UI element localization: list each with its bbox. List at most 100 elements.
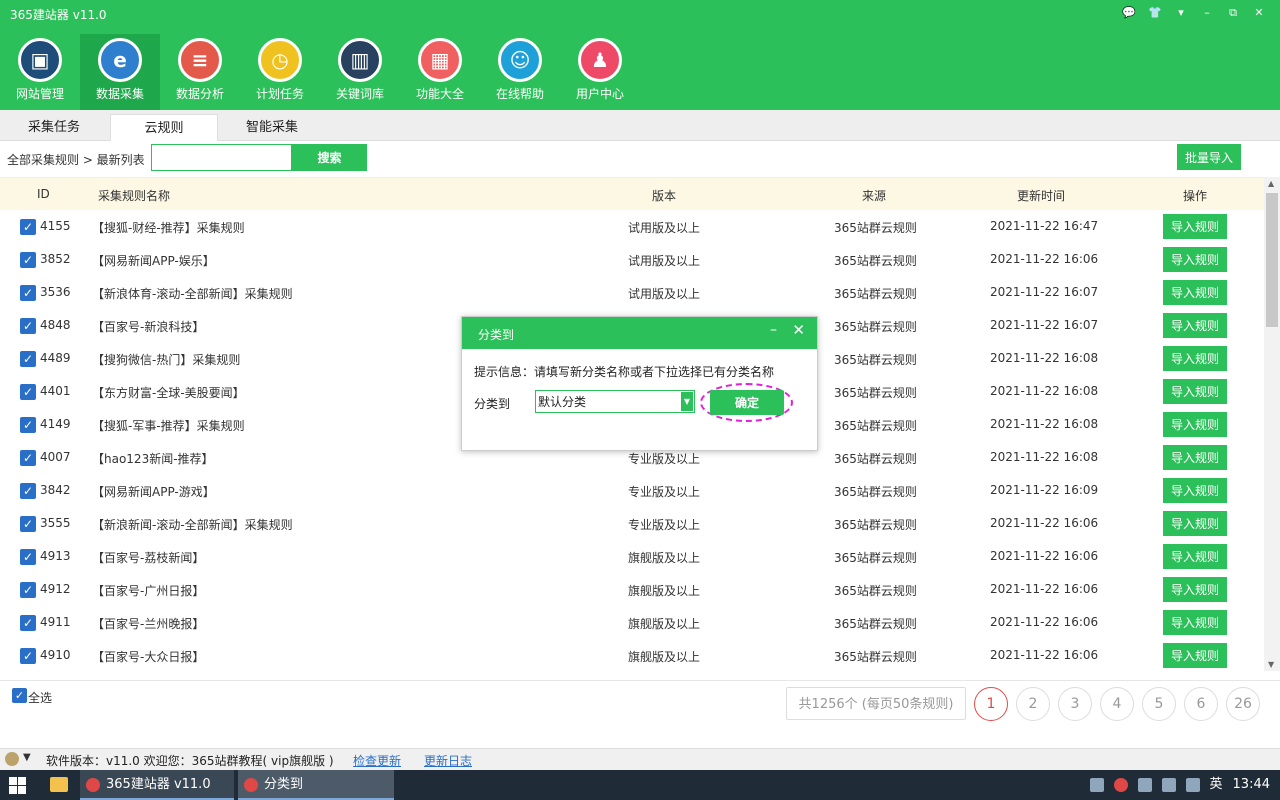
network-tray-icon[interactable] bbox=[1089, 778, 1104, 792]
page-button[interactable]: 2 bbox=[1016, 687, 1050, 721]
row-updated: 2021-11-22 16:08 bbox=[990, 351, 1099, 365]
scrollbar[interactable]: ▲ ▼ bbox=[1264, 177, 1280, 671]
toolbar-item-2[interactable]: ≡ 数据分析 bbox=[160, 34, 240, 110]
toolbar-item-1[interactable]: e 数据采集 bbox=[80, 34, 160, 110]
row-checkbox[interactable]: ✓ bbox=[20, 450, 36, 466]
caret-down-icon[interactable]: ▼ bbox=[23, 752, 31, 763]
tab-cloud-rules[interactable]: 云规则 bbox=[110, 114, 218, 141]
import-rule-button[interactable]: 导入规则 bbox=[1163, 346, 1227, 371]
taskbar-app-main[interactable]: 365建站器 v11.0 bbox=[80, 770, 234, 800]
row-checkbox[interactable]: ✓ bbox=[20, 318, 36, 334]
search-button[interactable]: 搜索 bbox=[292, 144, 367, 171]
windows-start-icon[interactable] bbox=[9, 777, 26, 794]
toolbar-item-6[interactable]: ☺ 在线帮助 bbox=[480, 34, 560, 110]
import-rule-button[interactable]: 导入规则 bbox=[1163, 214, 1227, 239]
feedback-icon[interactable]: 💬 bbox=[1116, 4, 1142, 22]
usb-tray-icon[interactable] bbox=[1137, 778, 1152, 792]
import-rule-button[interactable]: 导入规则 bbox=[1163, 478, 1227, 503]
page-button[interactable]: 26 bbox=[1226, 687, 1260, 721]
app-title: 365建站器 v11.0 bbox=[10, 8, 107, 22]
close-icon[interactable]: ✕ bbox=[1246, 4, 1272, 22]
app-tray-icon[interactable] bbox=[1113, 778, 1128, 792]
import-rule-button[interactable]: 导入规则 bbox=[1163, 643, 1227, 668]
toolbar-item-5[interactable]: ▦ 功能大全 bbox=[400, 34, 480, 110]
dialog-minimize-icon[interactable]: – bbox=[770, 322, 777, 338]
menu-icon[interactable]: ▾ bbox=[1168, 4, 1194, 22]
search-input[interactable] bbox=[151, 144, 292, 171]
row-checkbox[interactable]: ✓ bbox=[20, 549, 36, 565]
check-update-link[interactable]: 检查更新 bbox=[353, 752, 401, 769]
volume-tray-icon[interactable] bbox=[1185, 778, 1200, 792]
col-version: 版本 bbox=[652, 189, 677, 203]
row-updated: 2021-11-22 16:07 bbox=[990, 318, 1099, 332]
import-rule-button[interactable]: 导入规则 bbox=[1163, 445, 1227, 470]
toolbar-item-7[interactable]: ♟ 用户中心 bbox=[560, 34, 640, 110]
headset-icon: ☺ bbox=[498, 38, 542, 82]
shield-tray-icon[interactable] bbox=[1161, 778, 1176, 792]
restore-icon[interactable]: ⧉ bbox=[1220, 4, 1246, 22]
changelog-link[interactable]: 更新日志 bbox=[424, 752, 472, 769]
row-updated: 2021-11-22 16:47 bbox=[990, 219, 1099, 233]
row-updated: 2021-11-22 16:06 bbox=[990, 582, 1099, 596]
taskbar-app-dialog[interactable]: 分类到 bbox=[238, 770, 394, 800]
page-button[interactable]: 5 bbox=[1142, 687, 1176, 721]
row-version: 专业版及以上 bbox=[628, 518, 701, 532]
import-rule-button[interactable]: 导入规则 bbox=[1163, 313, 1227, 338]
scroll-down-icon[interactable]: ▼ bbox=[1268, 660, 1274, 669]
import-rule-button[interactable]: 导入规则 bbox=[1163, 412, 1227, 437]
row-checkbox[interactable]: ✓ bbox=[20, 252, 36, 268]
skin-icon[interactable]: 👕 bbox=[1142, 4, 1168, 22]
table-row: ✓ 4912 【百家号-广州日报】 旗舰版及以上 365站群云规则 2021-11-22 … bbox=[0, 573, 1264, 606]
dialog-close-icon[interactable]: ✕ bbox=[792, 321, 805, 339]
toolbar-item-0[interactable]: ▣ 网站管理 bbox=[0, 34, 80, 110]
import-rule-button[interactable]: 导入规则 bbox=[1163, 577, 1227, 602]
input-language[interactable]: 英 bbox=[1210, 770, 1223, 800]
category-select[interactable]: 默认分类 ▼ bbox=[535, 390, 695, 413]
clock[interactable]: 13:44 bbox=[1233, 770, 1270, 800]
row-checkbox[interactable]: ✓ bbox=[20, 516, 36, 532]
toolbar-item-4[interactable]: ▥ 关键词库 bbox=[320, 34, 400, 110]
page-button[interactable]: 4 bbox=[1100, 687, 1134, 721]
toolbar-item-3[interactable]: ◷ 计划任务 bbox=[240, 34, 320, 110]
scroll-up-icon[interactable]: ▲ bbox=[1268, 179, 1274, 188]
import-rule-button[interactable]: 导入规则 bbox=[1163, 610, 1227, 635]
import-rule-button[interactable]: 导入规则 bbox=[1163, 511, 1227, 536]
row-name: 【搜狗微信-热门】采集规则 bbox=[92, 353, 241, 367]
page-button[interactable]: 6 bbox=[1184, 687, 1218, 721]
chevron-down-icon[interactable]: ▼ bbox=[681, 392, 693, 411]
row-name: 【百家号-大众日报】 bbox=[92, 650, 205, 664]
col-source: 来源 bbox=[862, 189, 887, 203]
row-checkbox[interactable]: ✓ bbox=[20, 483, 36, 499]
page-button[interactable]: 3 bbox=[1058, 687, 1092, 721]
row-source: 365站群云规则 bbox=[834, 386, 917, 400]
page-button[interactable]: 1 bbox=[974, 687, 1008, 721]
import-rule-button[interactable]: 导入规则 bbox=[1163, 247, 1227, 272]
confirm-button[interactable]: 确定 bbox=[710, 390, 784, 415]
row-checkbox[interactable]: ✓ bbox=[20, 615, 36, 631]
row-id: 4848 bbox=[40, 318, 71, 332]
row-updated: 2021-11-22 16:06 bbox=[990, 516, 1099, 530]
scroll-thumb[interactable] bbox=[1266, 193, 1278, 327]
select-all-label[interactable]: 全选 bbox=[28, 689, 52, 706]
bulk-import-button[interactable]: 批量导入 bbox=[1177, 144, 1241, 170]
select-all-checkbox[interactable]: ✓ bbox=[12, 688, 27, 703]
import-rule-button[interactable]: 导入规则 bbox=[1163, 379, 1227, 404]
row-checkbox[interactable]: ✓ bbox=[20, 384, 36, 400]
row-checkbox[interactable]: ✓ bbox=[20, 648, 36, 664]
breadcrumb: 全部采集规则 > 最新列表 bbox=[7, 153, 145, 167]
row-checkbox[interactable]: ✓ bbox=[20, 219, 36, 235]
row-source: 365站群云规则 bbox=[834, 551, 917, 565]
row-checkbox[interactable]: ✓ bbox=[20, 285, 36, 301]
row-checkbox[interactable]: ✓ bbox=[20, 351, 36, 367]
user-status-icon[interactable] bbox=[5, 752, 19, 766]
file-explorer-icon[interactable] bbox=[50, 777, 68, 792]
import-rule-button[interactable]: 导入规则 bbox=[1163, 544, 1227, 569]
tab-collect-tasks[interactable]: 采集任务 bbox=[0, 114, 108, 141]
import-rule-button[interactable]: 导入规则 bbox=[1163, 280, 1227, 305]
tab-smart-collect[interactable]: 智能采集 bbox=[218, 114, 326, 141]
col-action: 操作 bbox=[1183, 189, 1208, 203]
row-checkbox[interactable]: ✓ bbox=[20, 417, 36, 433]
col-name: 采集规则名称 bbox=[98, 189, 171, 203]
row-checkbox[interactable]: ✓ bbox=[20, 582, 36, 598]
minimize-icon[interactable]: – bbox=[1194, 4, 1220, 22]
